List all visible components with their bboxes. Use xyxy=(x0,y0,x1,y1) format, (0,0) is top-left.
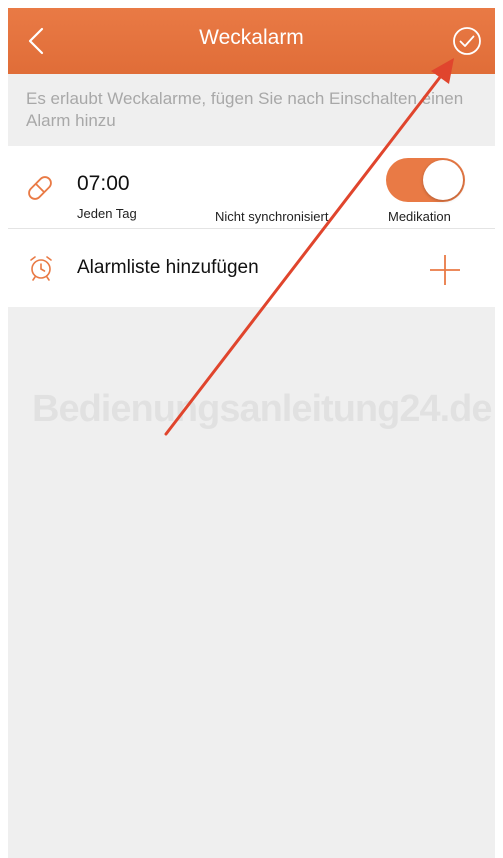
app-screen: Weckalarm Es erlaubt Weckalarme, fügen S… xyxy=(8,8,495,858)
plus-icon[interactable] xyxy=(428,253,462,287)
pill-icon xyxy=(28,176,52,200)
alarm-hint-text: Es erlaubt Weckalarme, fügen Sie nach Ei… xyxy=(26,89,464,130)
alarm-list-item[interactable]: 07:00 Jeden Tag Nicht synchronisiert Med… xyxy=(8,146,495,229)
add-alarm-row[interactable]: Alarmliste hinzufügen xyxy=(8,229,495,307)
alarm-type: Medikation xyxy=(388,209,451,224)
alarm-toggle[interactable] xyxy=(386,158,465,202)
page-title: Weckalarm xyxy=(199,26,304,49)
nav-bar: Weckalarm xyxy=(8,8,495,74)
watermark: Bedienungsanleitung24.de xyxy=(32,388,493,430)
add-alarm-label: Alarmliste hinzufügen xyxy=(77,257,259,278)
alarm-time: 07:00 xyxy=(77,172,130,195)
toggle-knob xyxy=(423,160,463,200)
sync-status: Nicht synchronisiert xyxy=(215,209,329,224)
alarm-repeat: Jeden Tag xyxy=(77,206,137,221)
check-circle-icon[interactable] xyxy=(452,26,482,56)
alarm-clock-icon xyxy=(30,256,52,281)
